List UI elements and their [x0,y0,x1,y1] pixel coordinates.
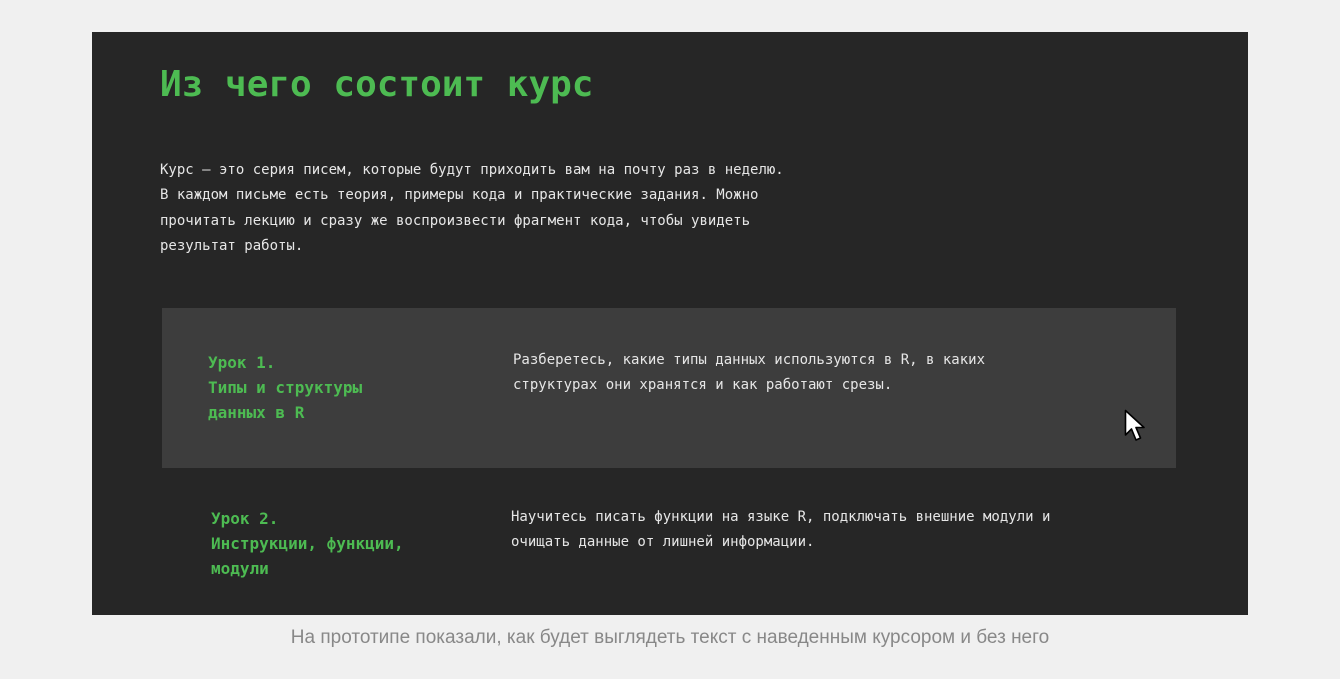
lesson-title: Урок 2. Инструкции, функции, модули [211,506,471,581]
lesson-title-line: Типы и структуры [208,378,363,397]
lesson-title-line: модули [211,559,269,578]
lesson-title-line: Урок 2. [211,509,279,528]
prototype-caption: На прототипе показали, как будет выгляде… [290,627,1050,648]
lesson-description: Научитесь писать функции на языке R, под… [511,509,1051,551]
page-title: Из чего состоит курс [160,64,594,105]
lesson-description: Разберетесь, какие типы данных использую… [513,352,986,394]
lesson-title-line: Инструкции, функции, [211,534,404,553]
prototype-frame: Из чего состоит курс Курс — это серия пи… [92,32,1248,615]
lesson-title: Урок 1. Типы и структуры данных в R [208,350,468,425]
lesson-card-2[interactable]: Урок 2. Инструкции, функции, модули Науч… [162,468,1176,615]
course-intro: Курс — это серия писем, которые будут пр… [160,162,784,254]
mouse-pointer-icon [1124,409,1145,441]
lesson-title-line: Урок 1. [208,353,276,372]
lesson-title-line: данных в R [208,403,305,422]
lesson-card-1[interactable]: Урок 1. Типы и структуры данных в R Разб… [162,308,1176,468]
